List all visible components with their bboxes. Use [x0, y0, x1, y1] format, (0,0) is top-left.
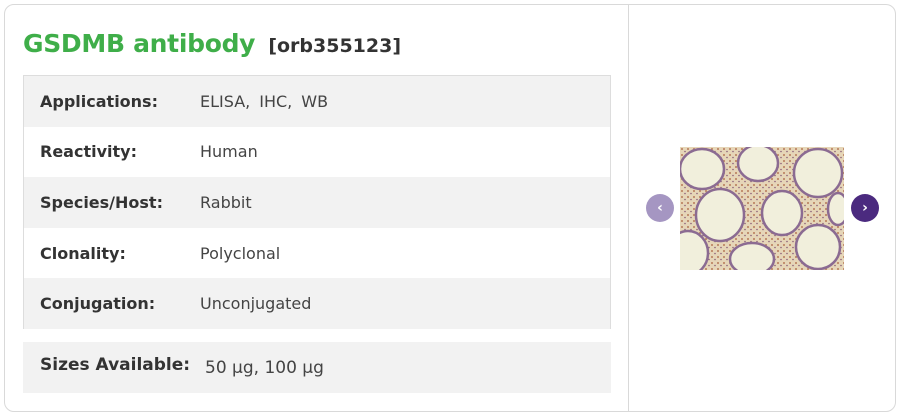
product-image-ihc[interactable]	[680, 147, 844, 270]
image-gallery: ‹ ›	[629, 5, 897, 411]
spec-value: Human	[200, 142, 258, 162]
specs-table: Applications: ELISA, IHC, WB Reactivity: H…	[23, 75, 611, 329]
product-card: GSDMB antibody [orb355123] Applications:…	[4, 4, 896, 412]
sizes-label: Sizes Available:	[40, 354, 191, 375]
spec-value: Polyclonal	[200, 243, 281, 263]
product-name: GSDMB antibody	[23, 29, 256, 58]
product-info-panel: GSDMB antibody [orb355123] Applications:…	[5, 5, 628, 411]
spec-value: Unconjugated	[200, 294, 312, 314]
catalog-number: [orb355123]	[268, 35, 402, 57]
chevron-left-icon[interactable]: ‹	[646, 194, 674, 222]
spec-label: Reactivity:	[40, 142, 137, 162]
tissue-image	[680, 147, 844, 270]
sizes-available: Sizes Available: 50 μg, 100 μg	[23, 342, 611, 393]
spec-value: Rabbit	[200, 192, 252, 212]
application-item: ELISA,	[200, 91, 251, 111]
spec-label: Clonality:	[40, 243, 126, 263]
spec-row-applications: Applications: ELISA, IHC, WB	[24, 76, 610, 127]
spec-row-conjugation: Conjugation: Unconjugated	[24, 278, 610, 329]
sizes-value: 50 μg, 100 μg	[205, 357, 324, 378]
spec-label: Species/Host:	[40, 192, 163, 212]
spec-label: Conjugation:	[40, 294, 156, 314]
spec-row-clonality: Clonality: Polyclonal	[24, 227, 610, 279]
application-item: IHC,	[259, 91, 293, 111]
chevron-right-icon[interactable]: ›	[851, 194, 879, 222]
spec-value: ELISA, IHC, WB	[200, 92, 337, 111]
spec-label: Applications:	[40, 91, 158, 111]
application-item: WB	[301, 91, 329, 111]
product-title: GSDMB antibody [orb355123]	[23, 22, 401, 60]
spec-row-species-host: Species/Host: Rabbit	[24, 177, 610, 228]
spec-row-reactivity: Reactivity: Human	[24, 126, 610, 178]
